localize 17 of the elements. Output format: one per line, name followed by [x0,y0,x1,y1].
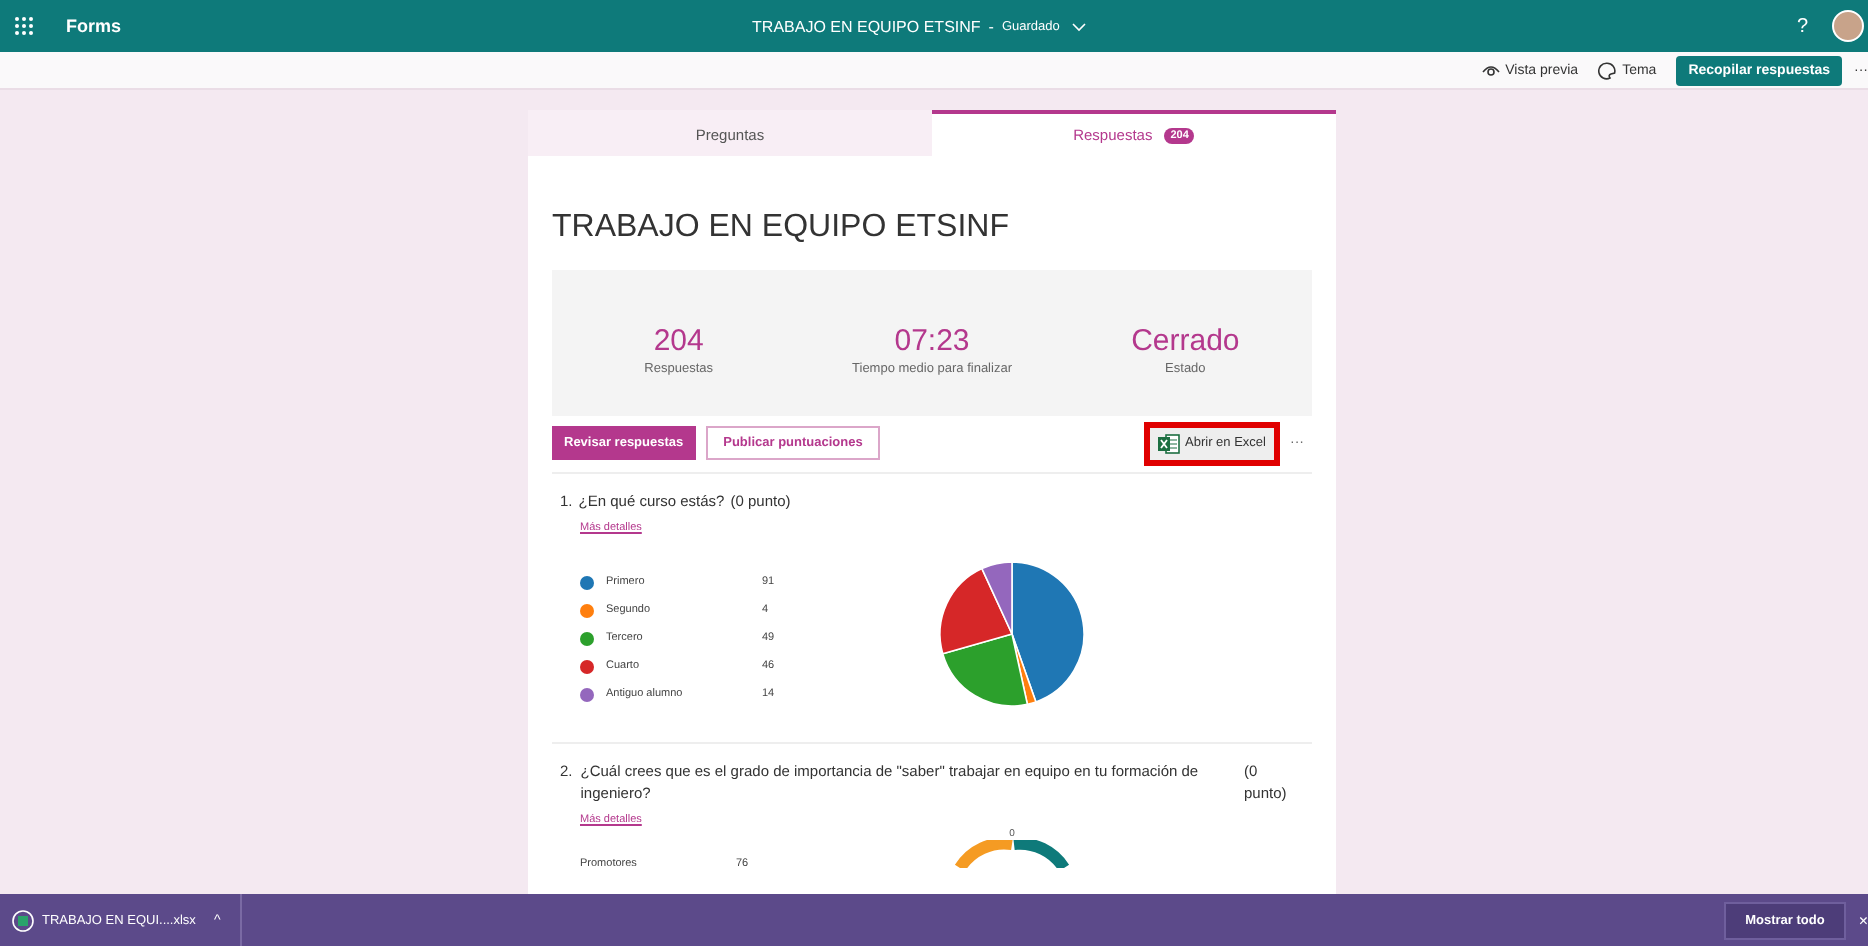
stat-value: Cerrado [1129,323,1242,357]
chevron-icon[interactable] [1071,21,1086,31]
app-name: Forms [66,16,122,36]
file-icon [12,909,34,931]
form-heading: TRABAJO EN EQUIPO ETSINF [552,210,1011,246]
eye-icon [1481,63,1500,77]
separator: - [988,17,994,35]
app-launcher-icon[interactable] [14,16,34,36]
avatar[interactable] [1832,10,1864,42]
stat-value: 07:23 [892,323,972,357]
stat-value: 204 [651,323,706,357]
form-title: TRABAJO EN EQUIPO ETSINF [752,17,981,35]
palette-icon [1598,61,1617,79]
help-button[interactable]: ? [1796,15,1808,37]
gauge-drawing [952,840,1072,868]
spreadsheet-icon [1157,433,1180,453]
close-button[interactable]: × [1858,911,1868,929]
